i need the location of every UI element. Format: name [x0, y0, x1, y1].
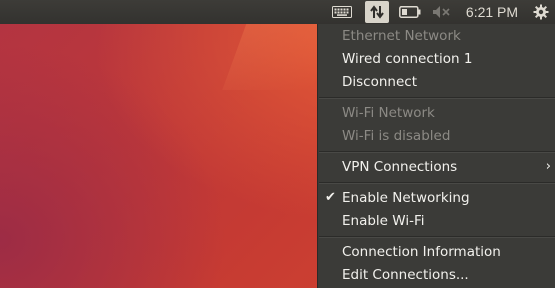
connection-information-item[interactable]: Connection Information — [342, 242, 501, 262]
clock-text: 6:21 PM — [465, 4, 519, 20]
menu-separator — [319, 97, 555, 99]
keyboard-indicator[interactable] — [323, 0, 361, 24]
power-gear-icon — [533, 4, 549, 20]
wired-connection-item[interactable]: Wired connection 1 — [342, 49, 473, 69]
submenu-arrow-icon: › — [545, 159, 551, 174]
sound-muted-icon — [433, 6, 450, 18]
ethernet-network-header: Ethernet Network — [342, 28, 461, 44]
network-menu: Ethernet Network Wired connection 1 Disc… — [317, 24, 555, 288]
disconnect-item[interactable]: Disconnect — [342, 72, 417, 92]
menu-separator — [319, 236, 555, 238]
network-icon — [370, 5, 384, 19]
clock-indicator[interactable]: 6:21 PM — [457, 0, 527, 24]
indicator-area: 6:21 PM — [323, 0, 555, 24]
edit-connections-item[interactable]: Edit Connections... — [342, 265, 469, 285]
enable-wifi-item[interactable]: Enable Wi-Fi — [342, 211, 424, 231]
keyboard-icon — [332, 6, 352, 18]
menu-separator — [319, 182, 555, 184]
enable-networking-item[interactable]: Enable Networking — [342, 188, 470, 208]
sound-indicator[interactable] — [427, 0, 457, 24]
network-indicator[interactable] — [365, 1, 389, 23]
wifi-network-header: Wi-Fi Network — [342, 105, 435, 121]
menu-separator — [319, 151, 555, 153]
vpn-connections-item[interactable]: VPN Connections — [342, 157, 457, 177]
top-panel: 6:21 PM — [0, 0, 555, 24]
wifi-disabled-label: Wi-Fi is disabled — [342, 128, 451, 144]
battery-icon — [399, 6, 421, 18]
checkmark-icon: ✔ — [325, 190, 336, 205]
session-indicator[interactable] — [527, 0, 555, 24]
battery-indicator[interactable] — [393, 0, 427, 24]
